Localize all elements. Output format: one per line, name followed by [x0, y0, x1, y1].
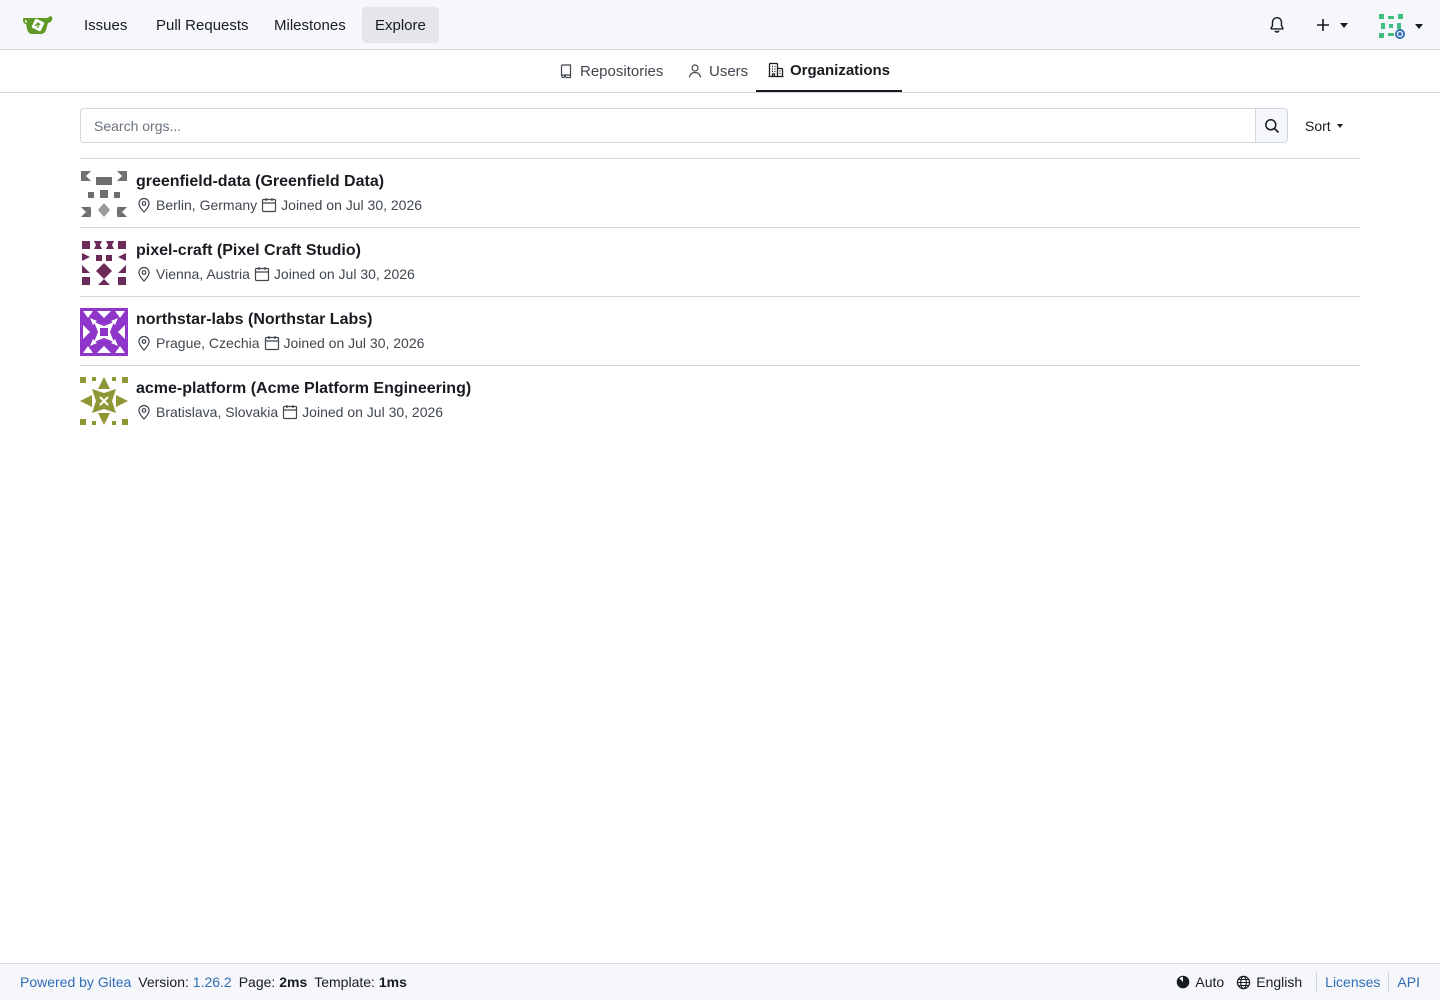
template-time: Template: 1ms	[314, 974, 407, 990]
footer-divider	[1316, 972, 1318, 992]
explore-tabs: Repositories Users Organizations	[0, 50, 1440, 93]
language-label: English	[1256, 974, 1303, 990]
tab-users-label: Users	[709, 62, 749, 80]
tab-repositories-label: Repositories	[580, 62, 664, 80]
template-time-value: 1ms	[378, 974, 407, 990]
org-joined: Joined on Jul 30, 2026	[283, 335, 425, 351]
org-meta: Prague, Czechia Joined on Jul 30, 2026	[136, 335, 424, 351]
nav-milestones-label: Milestones	[274, 16, 346, 34]
list-item: greenfield-data (Greenfield Data) Berlin…	[80, 159, 1360, 228]
sort-label: Sort	[1305, 118, 1331, 134]
tab-repositories[interactable]: Repositories	[546, 50, 675, 92]
avatar[interactable]	[80, 170, 128, 218]
avatar	[1377, 12, 1405, 40]
org-name-link[interactable]: greenfield-data (Greenfield Data)	[136, 173, 384, 191]
avatar[interactable]	[80, 239, 128, 287]
api-link[interactable]: API	[1397, 974, 1420, 990]
footer-left: Powered by Gitea Version: 1.26.2 Page: 2…	[20, 974, 407, 990]
tab-users[interactable]: Users	[675, 50, 760, 92]
repo-icon	[560, 64, 572, 79]
theme-icon	[1177, 975, 1190, 989]
organization-icon	[768, 62, 784, 78]
page-footer: Powered by Gitea Version: 1.26.2 Page: 2…	[0, 963, 1440, 1000]
nav-explore-label: Explore	[375, 16, 426, 34]
org-meta: Bratislava, Slovakia Joined on Jul 30, 2…	[136, 404, 443, 420]
globe-icon	[1237, 975, 1251, 989]
theme-label: Auto	[1195, 974, 1225, 990]
nav-issues-label: Issues	[84, 16, 128, 34]
list-item: northstar-labs (Northstar Labs) Prague, …	[80, 297, 1360, 366]
nav-explore[interactable]: Explore	[362, 7, 439, 43]
footer-right: Auto English Licenses API	[1170, 972, 1420, 992]
version-label-text: Version:	[138, 974, 189, 990]
search-input[interactable]	[80, 108, 1256, 143]
nav-issues[interactable]: Issues	[71, 7, 140, 43]
org-name-link[interactable]: acme-platform (Acme Platform Engineering…	[136, 380, 471, 398]
search-icon	[1264, 118, 1279, 133]
avatar[interactable]	[80, 308, 128, 356]
list-item: pixel-craft (Pixel Craft Studio) Vienna,…	[80, 228, 1360, 297]
theme-selector[interactable]: Auto	[1170, 974, 1230, 990]
org-list: greenfield-data (Greenfield Data) Berlin…	[80, 158, 1360, 435]
chevron-down-icon	[1340, 22, 1348, 28]
notifications-button[interactable]	[1268, 14, 1286, 36]
licenses-link[interactable]: Licenses	[1325, 974, 1380, 990]
search-bar	[80, 108, 1288, 143]
calendar-icon	[283, 405, 298, 420]
location-icon	[138, 335, 150, 351]
location-icon	[138, 197, 150, 213]
chevron-down-icon	[1336, 124, 1343, 128]
org-location: Berlin, Germany	[156, 197, 258, 213]
org-meta: Berlin, Germany Joined on Jul 30, 2026	[136, 197, 422, 213]
nav-milestones[interactable]: Milestones	[261, 7, 359, 43]
chevron-down-icon	[1415, 23, 1423, 29]
list-item: acme-platform (Acme Platform Engineering…	[80, 366, 1360, 435]
language-selector[interactable]: English	[1230, 974, 1308, 990]
calendar-icon	[264, 336, 279, 351]
template-label: Template:	[314, 974, 375, 990]
version-link[interactable]: 1.26.2	[193, 974, 232, 990]
nav-pull-requests-label: Pull Requests	[156, 16, 249, 34]
plus-icon	[1317, 19, 1329, 31]
calendar-icon	[262, 198, 277, 213]
sort-dropdown[interactable]: Sort	[1305, 118, 1343, 134]
create-new-button[interactable]	[1315, 14, 1348, 36]
org-location: Bratislava, Slovakia	[156, 404, 279, 420]
gitea-logo-icon[interactable]	[22, 12, 54, 38]
org-meta: Vienna, Austria Joined on Jul 30, 2026	[136, 266, 415, 282]
avatar[interactable]	[80, 377, 128, 425]
location-icon	[138, 404, 150, 420]
top-navbar: Issues Pull Requests Milestones Explore	[0, 0, 1440, 50]
org-name-link[interactable]: northstar-labs (Northstar Labs)	[136, 311, 372, 329]
search-button[interactable]	[1255, 108, 1288, 143]
org-name-link[interactable]: pixel-craft (Pixel Craft Studio)	[136, 242, 361, 260]
version-label: Version: 1.26.2	[138, 974, 231, 990]
page-label: Page:	[238, 974, 276, 990]
location-icon	[138, 266, 150, 282]
org-joined: Joined on Jul 30, 2026	[281, 197, 423, 213]
footer-divider	[1388, 972, 1390, 992]
tab-organizations-label: Organizations	[790, 61, 891, 79]
person-icon	[688, 64, 702, 78]
page-time-value: 2ms	[279, 974, 308, 990]
org-location: Prague, Czechia	[156, 335, 260, 351]
org-joined: Joined on Jul 30, 2026	[273, 266, 415, 282]
bell-icon	[1270, 16, 1284, 33]
org-joined: Joined on Jul 30, 2026	[302, 404, 444, 420]
calendar-icon	[254, 267, 270, 282]
powered-by-link[interactable]: Powered by Gitea	[20, 974, 131, 990]
nav-pull-requests[interactable]: Pull Requests	[143, 7, 262, 43]
user-menu-button[interactable]	[1377, 12, 1423, 40]
org-location: Vienna, Austria	[156, 266, 250, 282]
page-time: Page: 2ms	[239, 974, 308, 990]
tab-organizations[interactable]: Organizations	[756, 50, 903, 92]
